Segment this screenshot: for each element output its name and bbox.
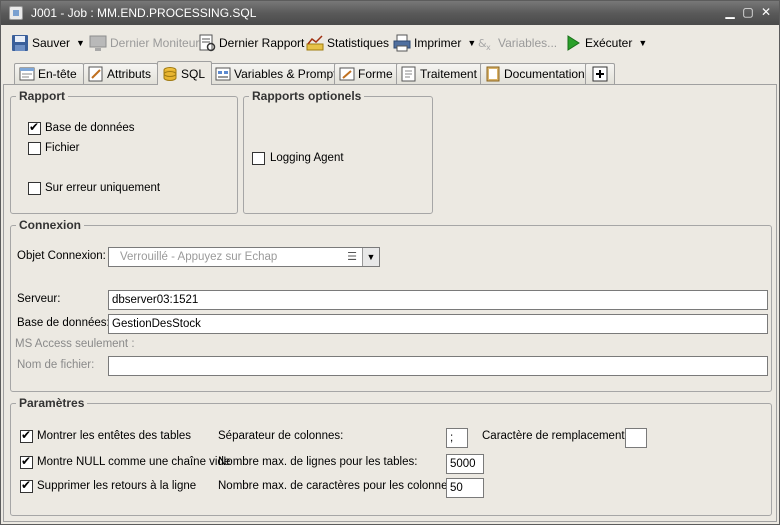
server-input[interactable]: dbserver03:1521 bbox=[108, 290, 768, 310]
header-icon bbox=[19, 66, 35, 82]
last-monitor-button[interactable]: Dernier Moniteur bbox=[89, 32, 199, 54]
close-icon[interactable]: ✕ bbox=[759, 5, 773, 19]
max-rows-input[interactable]: 5000 bbox=[446, 454, 484, 474]
database-label: Base de données: bbox=[17, 317, 110, 329]
connection-object-label: Objet Connexion: bbox=[17, 250, 106, 262]
logging-agent-checkbox[interactable] bbox=[252, 152, 265, 165]
file-report-label: Fichier bbox=[45, 142, 80, 154]
monitor-icon bbox=[89, 34, 107, 52]
tab-processing[interactable]: Traitement bbox=[396, 63, 484, 84]
optional-reports-title: Rapports optionels bbox=[252, 89, 362, 103]
print-button[interactable]: Imprimer ▼ bbox=[393, 32, 476, 54]
save-dropdown-icon[interactable]: ▼ bbox=[76, 38, 85, 48]
print-dropdown-icon[interactable]: ▼ bbox=[467, 38, 476, 48]
form-icon bbox=[339, 66, 355, 82]
toolbar: Sauver ▼ Dernier Moniteur Dernier Rappor… bbox=[1, 27, 779, 59]
tab-documentation[interactable]: Documentation bbox=[480, 63, 592, 84]
show-headers-label: Montrer les entêtes des tables bbox=[37, 430, 192, 442]
database-report-label: Base de données bbox=[45, 122, 135, 134]
title-bar[interactable]: J001 - Job : MM.END.PROCESSING.SQL ▁ ▢ ✕ bbox=[1, 1, 779, 25]
on-error-label: Sur erreur uniquement bbox=[45, 182, 161, 194]
max-chars-input[interactable]: 50 bbox=[446, 478, 484, 498]
maximize-icon[interactable]: ▢ bbox=[741, 5, 755, 19]
connection-object-select[interactable]: Verrouillé - Appuyez sur Echap ☰ ▼ bbox=[108, 247, 380, 267]
remove-returns-checkbox[interactable] bbox=[20, 478, 33, 493]
printer-icon bbox=[393, 34, 411, 52]
processing-icon bbox=[401, 66, 417, 82]
column-separator-input[interactable]: ; bbox=[446, 428, 468, 448]
last-report-button[interactable]: Dernier Rapport bbox=[198, 32, 304, 54]
chart-icon bbox=[306, 34, 324, 52]
save-icon bbox=[11, 34, 29, 52]
play-icon bbox=[564, 34, 582, 52]
execute-dropdown-icon[interactable]: ▼ bbox=[638, 38, 647, 48]
execute-button[interactable]: Exécuter ▼ bbox=[564, 32, 647, 54]
documentation-icon bbox=[485, 66, 501, 82]
logging-agent-label: Logging Agent bbox=[270, 152, 344, 164]
minimize-icon[interactable]: ▁ bbox=[723, 5, 737, 19]
tab-header[interactable]: En-tête bbox=[14, 63, 84, 84]
remove-returns-label: Supprimer les retours à la ligne bbox=[37, 480, 197, 492]
null-empty-checkbox[interactable] bbox=[20, 454, 33, 469]
file-report-checkbox[interactable] bbox=[28, 142, 41, 155]
max-chars-label: Nombre max. de caractères pour les colon… bbox=[218, 480, 457, 492]
database-icon bbox=[162, 66, 178, 82]
parameters-title: Paramètres bbox=[19, 396, 85, 410]
window-title: J001 - Job : MM.END.PROCESSING.SQL bbox=[31, 6, 257, 20]
variables-icon bbox=[215, 66, 231, 82]
filename-label: Nom de fichier: bbox=[17, 359, 95, 371]
connexion-title: Connexion bbox=[19, 218, 81, 232]
add-tab-icon bbox=[592, 66, 608, 82]
show-headers-checkbox[interactable] bbox=[20, 428, 33, 443]
rapport-title: Rapport bbox=[19, 89, 65, 103]
tab-attributes[interactable]: Attributs bbox=[83, 63, 159, 84]
tab-sql[interactable]: SQL bbox=[157, 61, 213, 85]
replacement-char-label: Caractère de remplacement: bbox=[482, 430, 628, 442]
variables-icon: & x bbox=[477, 34, 495, 52]
filename-input[interactable] bbox=[108, 356, 768, 376]
server-label: Serveur: bbox=[17, 293, 61, 305]
database-report-checkbox[interactable] bbox=[28, 120, 41, 135]
save-button[interactable]: Sauver ▼ bbox=[11, 32, 85, 54]
sql-tab-panel: Rapport Base de données Fichier Sur erre… bbox=[3, 84, 777, 522]
attributes-icon bbox=[88, 66, 104, 82]
chevron-down-icon[interactable]: ▼ bbox=[362, 248, 379, 266]
job-window: J001 - Job : MM.END.PROCESSING.SQL ▁ ▢ ✕… bbox=[0, 0, 780, 525]
database-input[interactable]: GestionDesStock bbox=[108, 314, 768, 334]
app-icon bbox=[9, 6, 23, 20]
column-separator-label: Séparateur de colonnes: bbox=[218, 430, 344, 442]
list-icon[interactable]: ☰ bbox=[343, 248, 361, 266]
on-error-checkbox[interactable] bbox=[28, 182, 41, 195]
tab-variables-prompts[interactable]: Variables & Prompts bbox=[210, 63, 350, 84]
variables-button[interactable]: & x Variables... bbox=[477, 32, 557, 54]
tab-bar: En-tête Attributs SQL Variables & Prompt… bbox=[1, 61, 779, 85]
statistics-button[interactable]: Statistiques bbox=[306, 32, 389, 54]
null-empty-label: Montre NULL comme une chaîne vide bbox=[37, 456, 231, 468]
tab-add[interactable] bbox=[585, 63, 615, 84]
tab-form[interactable]: Forme bbox=[334, 63, 400, 84]
ms-access-label: MS Access seulement : bbox=[15, 338, 135, 350]
report-icon bbox=[198, 34, 216, 52]
max-rows-label: Nombre max. de lignes pour les tables: bbox=[218, 456, 418, 468]
replacement-char-input[interactable] bbox=[625, 428, 647, 448]
svg-text:x: x bbox=[486, 43, 491, 52]
connection-object-placeholder: Verrouillé - Appuyez sur Echap bbox=[120, 251, 278, 263]
